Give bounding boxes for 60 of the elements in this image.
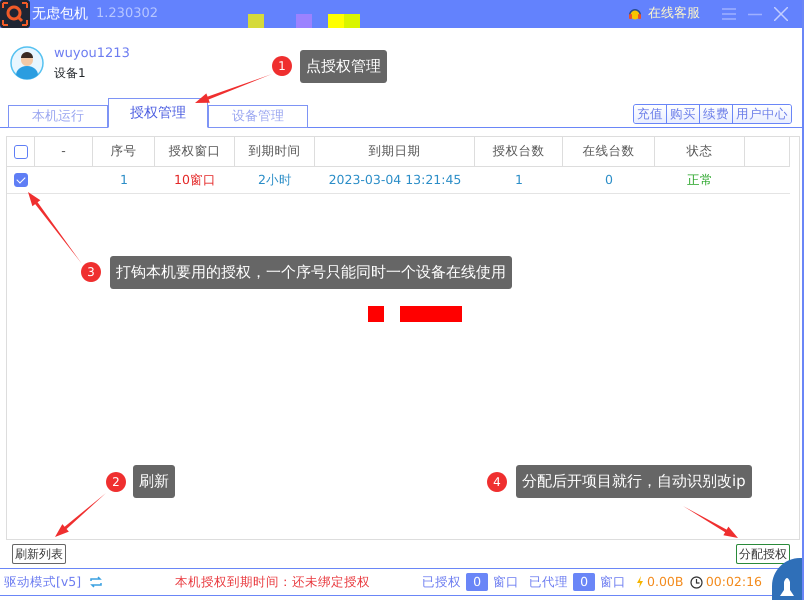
column-header: 授权窗口 xyxy=(155,137,235,167)
tab[interactable]: 本机运行 xyxy=(8,105,108,128)
action-button[interactable]: 用户中心 xyxy=(732,105,791,123)
unit-text: 窗口 xyxy=(600,572,626,591)
proxied-label: 已代理 xyxy=(529,572,568,591)
step-number: 4 xyxy=(487,472,507,492)
table-cell-text: 2小时 xyxy=(258,170,292,189)
clock-icon xyxy=(690,576,703,588)
lightning-icon xyxy=(636,576,644,588)
tab[interactable]: 设备管理 xyxy=(208,105,308,128)
table-cell-text: 1 xyxy=(515,170,523,189)
device-name: 设备1 xyxy=(54,64,87,82)
unit-text: 窗口 xyxy=(493,572,520,591)
column-header: 授权台数 xyxy=(475,137,563,167)
close-icon[interactable] xyxy=(774,7,788,21)
checkbox[interactable] xyxy=(14,144,28,158)
logo-icon xyxy=(0,0,30,28)
authorized-label: 已授权 xyxy=(422,572,462,591)
action-button[interactable]: 充值 xyxy=(634,105,666,123)
driver-mode: 驱动模式[v5] xyxy=(4,572,82,591)
column-header: 在线台数 xyxy=(563,137,655,167)
timer-text: 00:02:16 xyxy=(706,572,762,591)
refresh-list-button[interactable]: 刷新列表 xyxy=(12,544,66,564)
customer-service-link[interactable]: 在线客服 xyxy=(648,4,700,24)
action-button[interactable]: 购买 xyxy=(666,105,699,123)
step-number: 3 xyxy=(81,262,101,282)
rocket-button[interactable] xyxy=(772,558,802,600)
callout-text: 点授权管理 xyxy=(300,50,387,82)
count-badge: 0 xyxy=(466,572,488,592)
callout-text: 分配后开项目就行，自动识别改ip xyxy=(516,465,752,498)
callout-text: 打钩本机要用的授权，一个序号只能同时一个设备在线使用 xyxy=(110,256,512,288)
arrow xyxy=(55,493,106,537)
traffic-text: 0.00B xyxy=(647,572,684,591)
tab[interactable]: 授权管理 xyxy=(108,98,208,128)
table-cell-text: 正常 xyxy=(687,170,713,189)
action-button[interactable]: 续费 xyxy=(699,105,732,123)
step-number: 1 xyxy=(272,56,292,76)
column-header: - xyxy=(35,137,93,167)
refresh-icon[interactable] xyxy=(89,576,104,588)
column-header: 状态 xyxy=(655,137,745,167)
username: wuyou1213 xyxy=(54,45,130,64)
arrow xyxy=(683,506,738,538)
callout-text: 刷新 xyxy=(133,465,175,498)
app-name: 无虑包机 xyxy=(32,4,88,24)
assign-license-button[interactable]: 分配授权 xyxy=(736,544,790,564)
step-number: 2 xyxy=(106,472,126,492)
expiry-text: 本机授权到期时间：还未绑定授权 xyxy=(175,572,370,591)
headset-icon[interactable] xyxy=(628,7,642,21)
avatar-icon xyxy=(10,46,44,80)
column-header: 序号 xyxy=(93,137,155,167)
version-text: 1.230302 xyxy=(96,5,158,24)
arrow xyxy=(28,192,82,264)
column-header: 到期日期 xyxy=(315,137,475,167)
table-cell-text: 0 xyxy=(605,170,613,189)
count-badge: 0 xyxy=(573,572,596,592)
column-header: 到期时间 xyxy=(235,137,315,167)
table-cell-text: 2023-03-04 13:21:45 xyxy=(328,170,462,189)
table-cell-text: 1 xyxy=(120,170,128,189)
table-cell-text: 10窗口 xyxy=(174,170,216,189)
checkbox[interactable] xyxy=(14,173,28,187)
